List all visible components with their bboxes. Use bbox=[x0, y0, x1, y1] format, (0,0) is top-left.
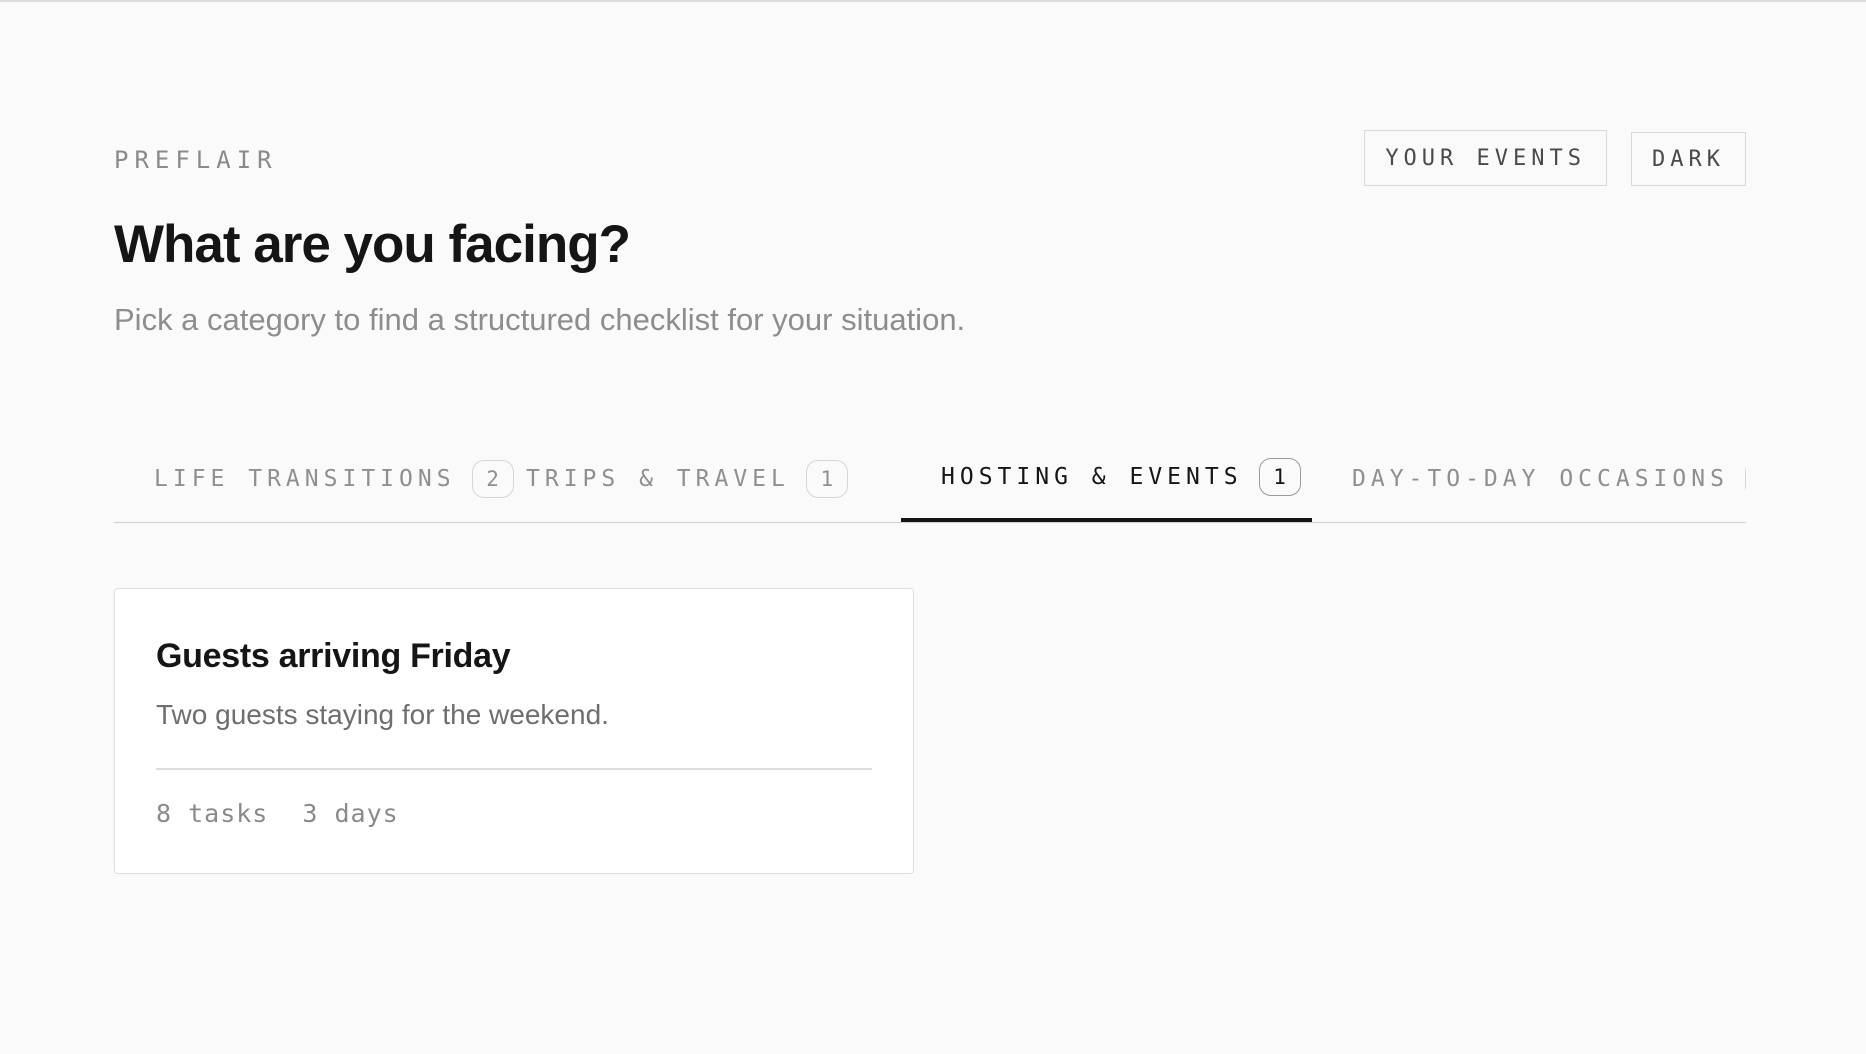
tab-count-badge: 1 bbox=[805, 460, 848, 498]
theme-toggle-button[interactable]: DARK bbox=[1631, 132, 1746, 186]
page-title: What are you facing? bbox=[114, 215, 631, 274]
card-description: Two guests staying for the weekend. bbox=[156, 699, 609, 730]
tab-label: TRIPS & TRAVEL bbox=[526, 466, 790, 492]
tab-day-to-day-occasions[interactable]: DAY-TO-DAY OCCASIONS 1 bbox=[1312, 436, 1746, 522]
category-tabs: LIFE TRANSITIONS 2 TRIPS & TRAVEL 1 HOST… bbox=[114, 436, 1746, 523]
page-container: PREFLAIR YOUR EVENTS DARK What are you f… bbox=[114, 0, 1746, 1054]
header-actions: YOUR EVENTS DARK bbox=[1364, 130, 1746, 186]
tab-trips-travel[interactable]: TRIPS & TRAVEL 1 bbox=[486, 436, 898, 522]
your-events-button[interactable]: YOUR EVENTS bbox=[1364, 130, 1608, 186]
tab-label: LIFE TRANSITIONS bbox=[154, 466, 456, 492]
tab-count-badge: 1 bbox=[1744, 460, 1746, 498]
tab-count-badge: 1 bbox=[1258, 458, 1301, 496]
tab-life-transitions[interactable]: LIFE TRANSITIONS 2 bbox=[114, 436, 514, 522]
card-task-count: 8 tasks bbox=[156, 799, 269, 828]
page-subtitle: Pick a category to find a structured che… bbox=[114, 302, 966, 337]
card-meta: 8 tasks 3 days bbox=[156, 799, 399, 828]
tab-label: HOSTING & EVENTS bbox=[941, 464, 1243, 490]
card-duration: 3 days bbox=[302, 799, 399, 828]
brand-logo[interactable]: PREFLAIR bbox=[114, 146, 278, 174]
tab-label: DAY-TO-DAY OCCASIONS bbox=[1352, 466, 1729, 492]
card-divider bbox=[156, 768, 872, 770]
tab-hosting-events[interactable]: HOSTING & EVENTS 1 bbox=[901, 436, 1312, 522]
checklist-card[interactable]: Guests arriving Friday Two guests stayin… bbox=[114, 588, 914, 874]
card-title: Guests arriving Friday bbox=[156, 637, 511, 675]
